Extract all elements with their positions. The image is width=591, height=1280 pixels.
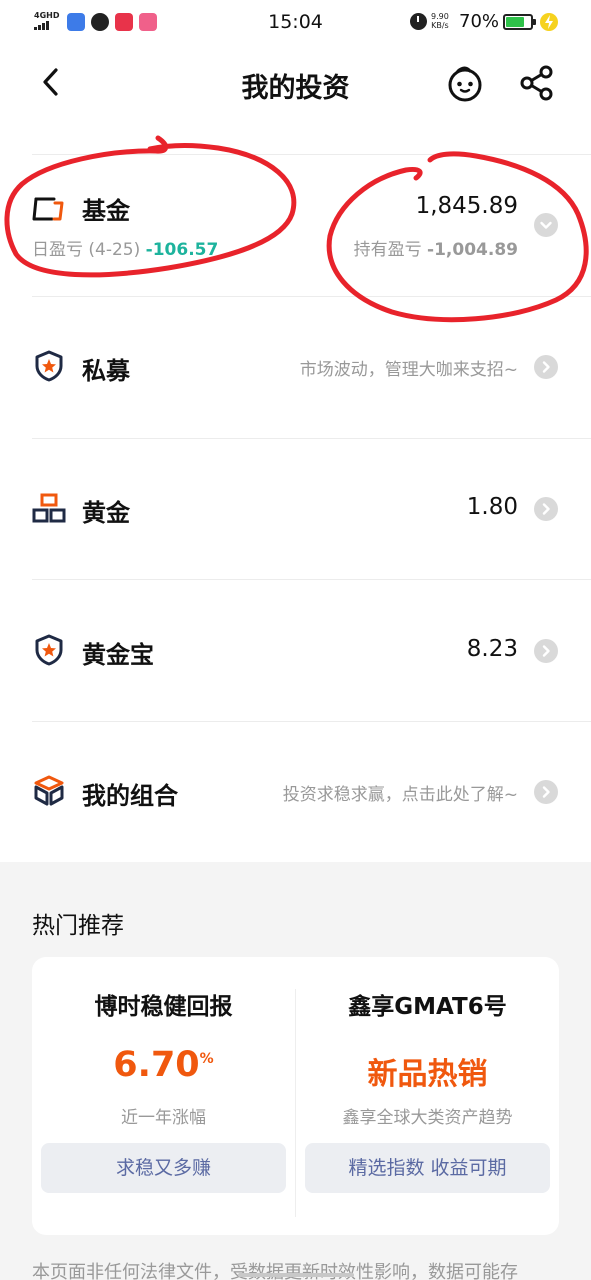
portfolio-row[interactable]: 我的组合 投资求稳求赢，点击此处了解~ xyxy=(32,722,591,862)
gold-row[interactable]: 黄金 1.80 xyxy=(32,439,591,579)
shield-star-icon xyxy=(32,349,66,383)
status-bar: 4GHD 15:04 9.90 KB/s 70% xyxy=(0,0,591,46)
chevron-right-icon[interactable] xyxy=(534,780,558,804)
battery-percent: 70% xyxy=(459,11,500,32)
cube-icon xyxy=(32,774,66,808)
chevron-right-icon[interactable] xyxy=(534,639,558,663)
product-button[interactable]: 精选指数 收益可期 xyxy=(305,1143,550,1193)
page-title: 我的投资 xyxy=(241,73,350,104)
fund-holding-pnl: 持有盈亏 -1,004.89 xyxy=(353,240,518,260)
product-name: 鑫享GMAT6号 xyxy=(348,994,507,1020)
product-desc: 近一年涨幅 xyxy=(121,1108,206,1128)
chevron-right-icon[interactable] xyxy=(534,497,558,521)
gold-label: 黄金 xyxy=(82,499,130,527)
chevron-down-icon[interactable] xyxy=(534,213,558,237)
fund-row[interactable]: 基金 1,845.89 日盈亏 (4-25) -106.57 持有盈亏 -1,0… xyxy=(32,155,591,295)
disclaimer: 本页面非任何法律文件，受数据更新时效性影响，数据可能存 xyxy=(32,1262,518,1280)
product-tag: 新品热销 xyxy=(367,1057,488,1092)
shield-star-icon xyxy=(32,633,66,667)
product-rate: 6.70% xyxy=(113,1045,214,1085)
recommendation-left[interactable]: 博时稳健回报 6.70% 近一年涨幅 求稳又多赚 xyxy=(32,957,295,1235)
private-fund-row[interactable]: 私募 市场波动，管理大咖来支招~ xyxy=(32,297,591,437)
home-indicator[interactable] xyxy=(238,1273,354,1277)
private-fund-label: 私募 xyxy=(82,357,130,385)
charging-icon xyxy=(540,13,558,31)
battery-icon xyxy=(503,14,536,30)
section-title: 热门推荐 xyxy=(32,913,124,939)
product-name: 博时稳健回报 xyxy=(94,994,233,1020)
gold-amount: 1.80 xyxy=(466,494,518,520)
chevron-right-icon[interactable] xyxy=(534,355,558,379)
gold-treasure-row[interactable]: 黄金宝 8.23 xyxy=(32,580,591,720)
product-button[interactable]: 求稳又多赚 xyxy=(41,1143,286,1193)
portfolio-hint: 投资求稳求赢，点击此处了解~ xyxy=(282,785,518,805)
fund-icon xyxy=(32,191,66,225)
private-fund-hint: 市场波动，管理大咖来支招~ xyxy=(299,360,518,380)
alarm-icon xyxy=(410,13,427,30)
fund-label: 基金 xyxy=(82,197,130,225)
recommendation-card: 博时稳健回报 6.70% 近一年涨幅 求稳又多赚 鑫享GMAT6号 新品热销 鑫… xyxy=(32,957,559,1235)
share-icon xyxy=(520,65,553,101)
product-desc: 鑫享全球大类资产趋势 xyxy=(342,1108,513,1128)
gold-treasure-amount: 8.23 xyxy=(466,636,518,662)
recommendation-right[interactable]: 鑫享GMAT6号 新品热销 鑫享全球大类资产趋势 精选指数 收益可期 xyxy=(296,957,559,1235)
fund-daily-pnl: 日盈亏 (4-25) -106.57 xyxy=(32,240,219,260)
fund-amount: 1,845.89 xyxy=(415,193,518,219)
assistant-button[interactable] xyxy=(444,62,486,104)
robot-face-icon xyxy=(448,66,482,102)
gold-bars-icon xyxy=(32,491,66,525)
gold-treasure-label: 黄金宝 xyxy=(82,641,154,669)
share-button[interactable] xyxy=(516,62,558,104)
portfolio-label: 我的组合 xyxy=(82,782,178,810)
network-speed: 9.90 KB/s xyxy=(431,12,449,30)
